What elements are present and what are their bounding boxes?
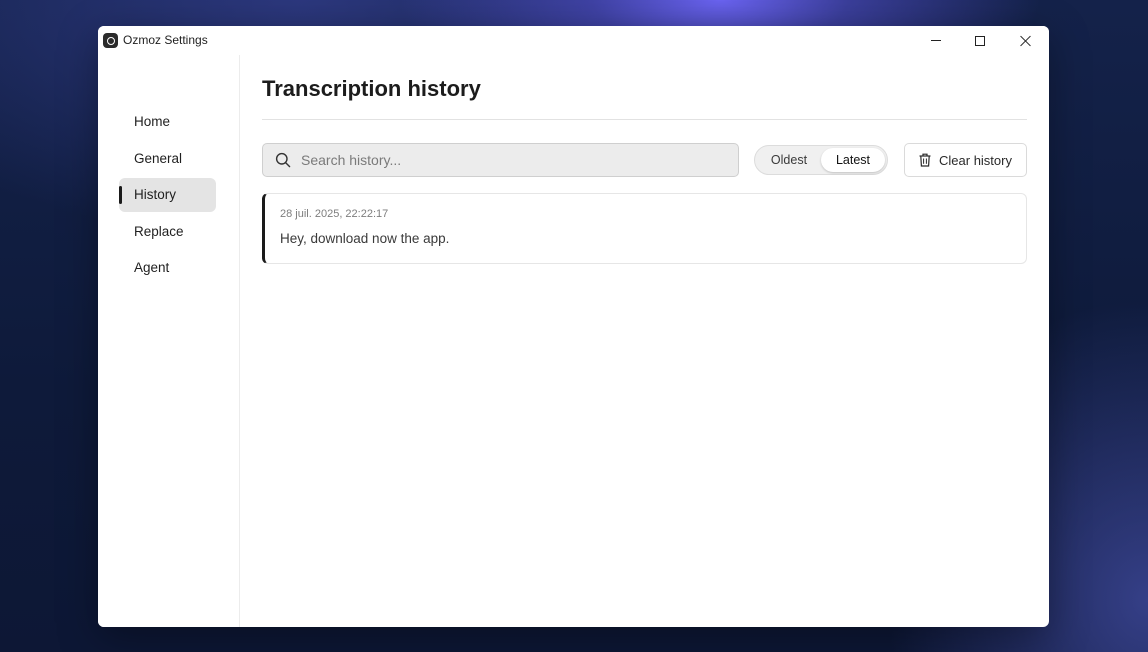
settings-window: Ozmoz Settings Home General History Repl… bbox=[98, 26, 1049, 627]
minimize-button[interactable] bbox=[914, 26, 958, 55]
sidebar-item-home[interactable]: Home bbox=[119, 105, 216, 139]
close-button[interactable] bbox=[1003, 26, 1047, 55]
clear-history-button[interactable]: Clear history bbox=[904, 143, 1027, 177]
sort-toggle: Oldest Latest bbox=[754, 145, 888, 175]
sidebar-item-agent[interactable]: Agent bbox=[119, 251, 216, 285]
page-title: Transcription history bbox=[262, 76, 481, 101]
sidebar: Home General History Replace Agent bbox=[98, 55, 240, 627]
maximize-button[interactable] bbox=[958, 26, 1002, 55]
maximize-icon bbox=[975, 35, 985, 46]
search-input[interactable] bbox=[301, 144, 721, 176]
sidebar-item-general[interactable]: General bbox=[119, 142, 216, 176]
app-logo-icon bbox=[103, 33, 118, 48]
entry-timestamp: 28 juil. 2025, 22:22:17 bbox=[280, 208, 389, 220]
history-entry[interactable]: 28 juil. 2025, 22:22:17 Hey, download no… bbox=[262, 193, 1027, 264]
trash-icon bbox=[919, 153, 931, 167]
close-icon bbox=[1019, 35, 1031, 47]
sort-latest-option[interactable]: Latest bbox=[821, 148, 885, 172]
minimize-icon bbox=[931, 40, 941, 41]
window-title: Ozmoz Settings bbox=[123, 33, 208, 47]
sidebar-item-replace[interactable]: Replace bbox=[119, 215, 216, 249]
clear-history-label: Clear history bbox=[939, 152, 1012, 168]
sidebar-item-history[interactable]: History bbox=[119, 178, 216, 212]
search-box[interactable] bbox=[262, 143, 739, 177]
title-bar[interactable]: Ozmoz Settings bbox=[98, 26, 1049, 55]
sort-oldest-option[interactable]: Oldest bbox=[759, 148, 819, 172]
search-icon bbox=[275, 152, 291, 168]
entry-text: Hey, download now the app. bbox=[280, 231, 450, 246]
main-content: Transcription history Oldest Latest Clea… bbox=[240, 55, 1049, 627]
title-divider bbox=[262, 119, 1027, 120]
